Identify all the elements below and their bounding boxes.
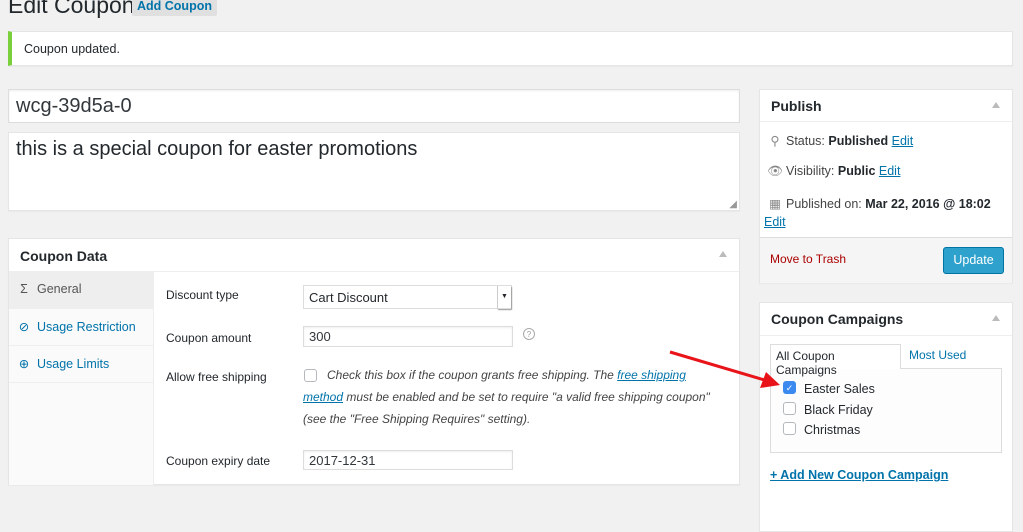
campaign-checkbox-christmas[interactable] [783, 422, 796, 435]
edit-date-link[interactable]: Edit [764, 215, 786, 229]
collapse-icon[interactable] [992, 315, 1000, 321]
tab-all-campaigns[interactable]: All Coupon Campaigns [770, 344, 901, 377]
discount-type-label: Discount type [166, 288, 239, 302]
coupon-data-panel: Coupon Data Σ General ⊘ Usage Restriction … [8, 238, 740, 485]
plus-circle-icon: ⊕ [18, 357, 30, 371]
status-row: ⚲ Status: Published Edit [764, 133, 913, 148]
move-to-trash-link[interactable]: Move to Trash [770, 252, 846, 266]
free-shipping-label: Allow free shipping [166, 370, 267, 384]
published-on-row: ▦ Published on: Mar 22, 2016 @ 18:02 Edit [764, 197, 991, 229]
publish-header[interactable]: Publish [760, 90, 1012, 122]
coupon-campaigns-box: Coupon Campaigns All Coupon Campaigns Mo… [759, 302, 1013, 532]
campaigns-title: Coupon Campaigns [771, 311, 904, 327]
campaign-label: Easter Sales [804, 382, 875, 396]
visibility-row: 👁 Visibility: Public Edit [764, 164, 900, 179]
coupon-description-textarea[interactable]: this is a special coupon for easter prom… [8, 132, 740, 211]
description-text: this is a special coupon for easter prom… [16, 138, 418, 160]
coupon-data-header[interactable]: Coupon Data [9, 239, 739, 272]
add-campaign-link[interactable]: + Add New Coupon Campaign [770, 468, 948, 482]
update-button[interactable]: Update [943, 247, 1004, 274]
coupon-code-input[interactable] [8, 89, 740, 123]
edit-status-link[interactable]: Edit [892, 134, 914, 148]
notice-updated: Coupon updated. [8, 31, 1013, 66]
pin-icon: ⚲ [770, 134, 780, 148]
coupon-amount-label: Coupon amount [166, 331, 252, 345]
publish-box: Publish ⚲ Status: Published Edit 👁 Visibil… [759, 89, 1013, 283]
campaign-label: Black Friday [804, 403, 873, 417]
edit-visibility-link[interactable]: Edit [879, 164, 901, 178]
notice-text: Coupon updated. [24, 42, 120, 56]
collapse-icon[interactable] [719, 251, 727, 257]
coupon-data-title: Coupon Data [20, 248, 108, 264]
campaign-checkbox-black-friday[interactable] [783, 402, 796, 415]
tab-most-used[interactable]: Most Used [909, 348, 966, 362]
chevron-down-icon: ▼ [497, 286, 511, 309]
publish-actions: Move to Trash Update [760, 237, 1012, 283]
page-title: Edit Coupon [8, 0, 135, 18]
expiry-date-input[interactable] [303, 450, 513, 470]
expiry-date-label: Coupon expiry date [166, 454, 271, 468]
campaigns-header[interactable]: Coupon Campaigns [760, 303, 1012, 336]
tab-usage-restriction[interactable]: ⊘ Usage Restriction [9, 309, 154, 346]
add-coupon-button[interactable]: Add Coupon [132, 0, 217, 16]
ticket-icon: Σ [20, 282, 28, 296]
help-icon[interactable]: ? [523, 328, 535, 340]
coupon-tabs: Σ General ⊘ Usage Restriction ⊕ Usage Limit… [9, 272, 154, 485]
eye-icon: 👁 [767, 164, 783, 178]
ban-icon: ⊘ [18, 320, 30, 334]
coupon-amount-input[interactable] [303, 326, 513, 347]
resize-handle[interactable]: ◢ [729, 199, 737, 210]
tab-usage-limits[interactable]: ⊕ Usage Limits [9, 346, 154, 383]
discount-type-select[interactable]: Cart Discount ▼ [303, 285, 512, 309]
publish-title: Publish [771, 98, 822, 114]
collapse-icon[interactable] [992, 102, 1000, 108]
campaign-label: Christmas [804, 423, 861, 437]
campaign-list: ✓ Easter Sales Black Friday Christmas [770, 368, 1002, 453]
calendar-icon: ▦ [769, 197, 781, 211]
tab-general[interactable]: Σ General [9, 272, 154, 309]
